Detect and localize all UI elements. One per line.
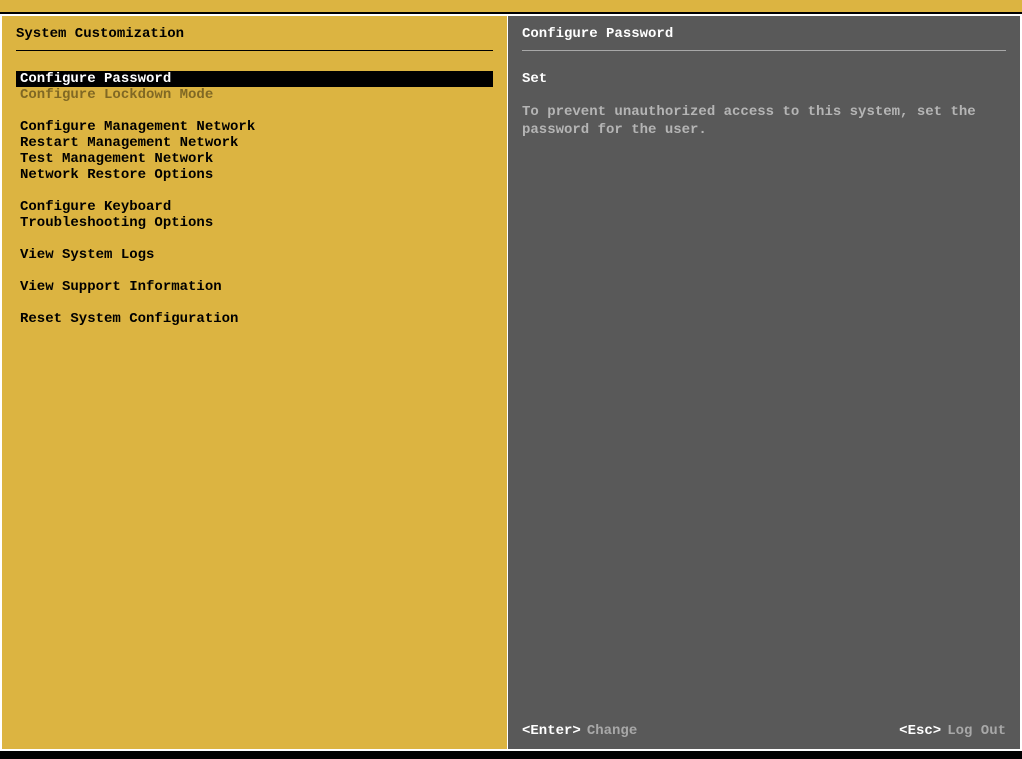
menu-item-configure-management-network[interactable]: Configure Management Network xyxy=(16,119,493,135)
menu-item-view-support-information[interactable]: View Support Information xyxy=(16,279,493,295)
right-panel-title: Configure Password xyxy=(508,16,1020,50)
menu-item-restart-management-network[interactable]: Restart Management Network xyxy=(16,135,493,151)
menu-group: Configure Password Configure Lockdown Mo… xyxy=(16,71,493,103)
footer-esc-key: <Esc> xyxy=(899,723,941,739)
menu-item-view-system-logs[interactable]: View System Logs xyxy=(16,247,493,263)
menu-list: Configure Password Configure Lockdown Mo… xyxy=(2,55,507,749)
menu-item-test-management-network[interactable]: Test Management Network xyxy=(16,151,493,167)
footer-enter[interactable]: <Enter> Change xyxy=(522,723,637,739)
menu-item-troubleshooting-options[interactable]: Troubleshooting Options xyxy=(16,215,493,231)
menu-item-network-restore-options[interactable]: Network Restore Options xyxy=(16,167,493,183)
menu-item-configure-lockdown-mode[interactable]: Configure Lockdown Mode xyxy=(16,87,493,103)
footer-enter-action: Change xyxy=(587,723,637,739)
main-container: System Customization Configure Password … xyxy=(0,14,1022,751)
left-divider xyxy=(16,50,493,51)
left-panel-title: System Customization xyxy=(2,16,507,50)
right-panel: Configure Password Set To prevent unauth… xyxy=(508,16,1020,749)
menu-group: Reset System Configuration xyxy=(16,311,493,327)
menu-item-reset-system-configuration[interactable]: Reset System Configuration xyxy=(16,311,493,327)
footer-esc-action: Log Out xyxy=(947,723,1006,739)
menu-group: Configure Management Network Restart Man… xyxy=(16,119,493,183)
footer-enter-key: <Enter> xyxy=(522,723,581,739)
detail-heading: Set xyxy=(522,71,1006,87)
menu-item-configure-keyboard[interactable]: Configure Keyboard xyxy=(16,199,493,215)
detail-content: Set To prevent unauthorized access to th… xyxy=(508,55,1020,715)
menu-item-configure-password[interactable]: Configure Password xyxy=(16,71,493,87)
menu-group: Configure Keyboard Troubleshooting Optio… xyxy=(16,199,493,231)
top-accent-bar xyxy=(0,0,1022,12)
left-panel: System Customization Configure Password … xyxy=(2,16,508,749)
menu-group: View System Logs xyxy=(16,247,493,263)
menu-group: View Support Information xyxy=(16,279,493,295)
right-divider xyxy=(522,50,1006,51)
footer-bar: <Enter> Change <Esc> Log Out xyxy=(508,715,1020,749)
footer-esc[interactable]: <Esc> Log Out xyxy=(899,723,1006,739)
detail-description: To prevent unauthorized access to this s… xyxy=(522,103,1006,139)
